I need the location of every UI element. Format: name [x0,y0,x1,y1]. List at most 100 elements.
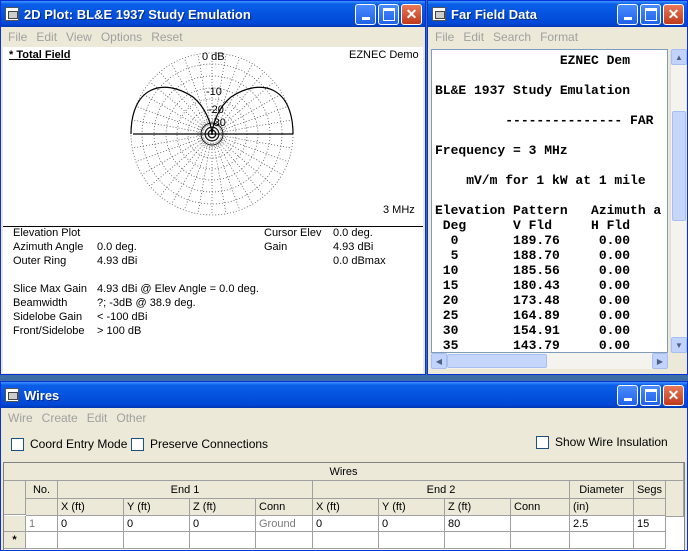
front-sidelobe-value: > 100 dB [97,325,142,337]
cell-no[interactable]: 1 [26,516,58,532]
col-header-y2: Y (ft) [379,499,445,516]
scroll-down-icon[interactable]: ▼ [671,337,687,353]
new-row-cell[interactable] [124,532,190,549]
checkbox-box[interactable] [131,437,144,451]
minimize-button[interactable] [617,3,638,25]
scroll-left-icon[interactable]: ◀ [431,353,447,369]
cell-z2[interactable]: 80 [445,516,511,532]
wires-menubar: Wire Create Edit Other [1,408,687,428]
ff-line: 25 164.89 0.00 [435,308,631,323]
minimize-button[interactable] [617,384,638,406]
new-row-cell[interactable] [511,532,570,549]
menu-reset[interactable]: Reset [151,30,182,44]
new-row-marker[interactable]: * [4,532,26,549]
menu-edit[interactable]: Edit [36,30,57,44]
ff-vertical-scrollbar[interactable]: ▲ ▼ [670,49,687,353]
cursor-elev-label: Cursor Elev [264,227,322,239]
maximize-button[interactable] [640,384,661,406]
grid-filler [666,481,684,517]
plot-titlebar[interactable]: 2D Plot: BL&E 1937 Study Emulation ✕ [1,1,425,27]
beamwidth-label: Beamwidth [13,297,68,309]
close-button[interactable]: ✕ [663,384,684,406]
show-insulation-label: Show Wire Insulation [555,435,668,449]
azimuth-label: Azimuth Angle [13,241,84,253]
wires-titlebar[interactable]: Wires ✕ [1,382,687,408]
menu-edit[interactable]: Edit [463,30,484,44]
col-header-z2: Z (ft) [445,499,511,516]
col-header-diameter: Diameter [570,481,634,499]
minimize-button[interactable] [355,3,376,25]
new-row-cell[interactable] [634,532,666,549]
scroll-up-icon[interactable]: ▲ [671,49,687,65]
col-header-no: No. [26,481,58,499]
cell-diameter[interactable]: 2.5 [570,516,634,532]
maximize-button[interactable] [378,3,399,25]
cell-x1[interactable]: 0 [58,516,124,532]
new-row-cell[interactable] [256,532,313,549]
close-button[interactable]: ✕ [663,3,684,25]
polar-plot-area[interactable]: * Total Field EZNEC Demo 3 MHz 0 dB -10 … [3,47,423,227]
cell-y2[interactable]: 0 [379,516,445,532]
new-row-cell[interactable] [190,532,256,549]
cell-z1[interactable]: 0 [190,516,256,532]
menu-other[interactable]: Other [116,411,146,425]
preserve-connections-checkbox[interactable]: Preserve Connections [131,437,268,451]
plot-type-label: Elevation Plot [13,227,81,239]
ff-line: Frequency = 3 MHz [435,143,568,158]
cell-segs[interactable]: 15 [634,516,666,532]
menu-view[interactable]: View [66,30,92,44]
row-header[interactable] [4,516,26,532]
new-row-cell[interactable] [570,532,634,549]
coord-entry-checkbox[interactable]: Coord Entry Mode [11,437,127,451]
ff-line: 30 154.91 0.00 [435,323,631,338]
col-header-z1: Z (ft) [190,499,256,516]
menu-format[interactable]: Format [540,30,578,44]
polar-radial-line [211,133,289,163]
scroll-right-icon[interactable]: ▶ [652,353,668,369]
cell-conn2[interactable] [511,516,570,532]
ff-titlebar[interactable]: Far Field Data ✕ [428,1,687,27]
new-row-cell[interactable] [379,532,445,549]
hscroll-thumb[interactable] [447,354,547,368]
close-icon: ✕ [667,387,680,403]
close-button[interactable]: ✕ [401,3,422,25]
ring-label-30: -30 [210,117,226,129]
new-row-cell[interactable] [58,532,124,549]
new-row-cell[interactable] [445,532,511,549]
menu-file[interactable]: File [435,30,454,44]
col-subheader-no [26,499,58,516]
maximize-icon [641,386,660,405]
outer-ring-label: Outer Ring [13,255,67,267]
ff-line: Elevation Pattern Azimuth a [435,203,662,218]
menu-wire[interactable]: Wire [8,411,33,425]
menu-create[interactable]: Create [42,411,78,425]
far-field-text[interactable]: EZNEC Dem BL&E 1937 Study Emulation ----… [431,49,668,353]
gain-max-value: 0.0 dBmax [333,255,386,267]
scroll-thumb[interactable] [672,111,686,221]
menu-search[interactable]: Search [493,30,531,44]
ring-label-10: -10 [206,86,222,98]
menu-options[interactable]: Options [101,30,142,44]
new-row-cell[interactable] [26,532,58,549]
polar-radial-line [211,133,292,149]
new-row-cell[interactable] [313,532,379,549]
cell-y1[interactable]: 0 [124,516,190,532]
cell-x2[interactable]: 0 [313,516,379,532]
show-insulation-checkbox[interactable]: Show Wire Insulation [536,435,668,449]
checkbox-box[interactable] [536,435,549,449]
polar-radial-line [197,133,213,214]
close-icon: ✕ [667,6,680,22]
menu-file[interactable]: File [8,30,27,44]
ff-line: 15 180.43 0.00 [435,278,631,293]
checkbox-box[interactable] [11,437,24,451]
ring-label-0db: 0 dB [202,51,225,63]
menu-edit[interactable]: Edit [87,411,108,425]
ff-horizontal-scrollbar[interactable]: ◀ ▶ [431,353,668,369]
minimize-icon [618,386,637,405]
minimize-icon [618,5,637,24]
polar-radial-line [135,133,213,163]
outer-ring-value: 4.93 dBi [97,255,138,267]
ff-line: 35 143.79 0.00 [435,338,631,353]
cell-conn1[interactable]: Ground [256,516,313,532]
maximize-button[interactable] [640,3,661,25]
